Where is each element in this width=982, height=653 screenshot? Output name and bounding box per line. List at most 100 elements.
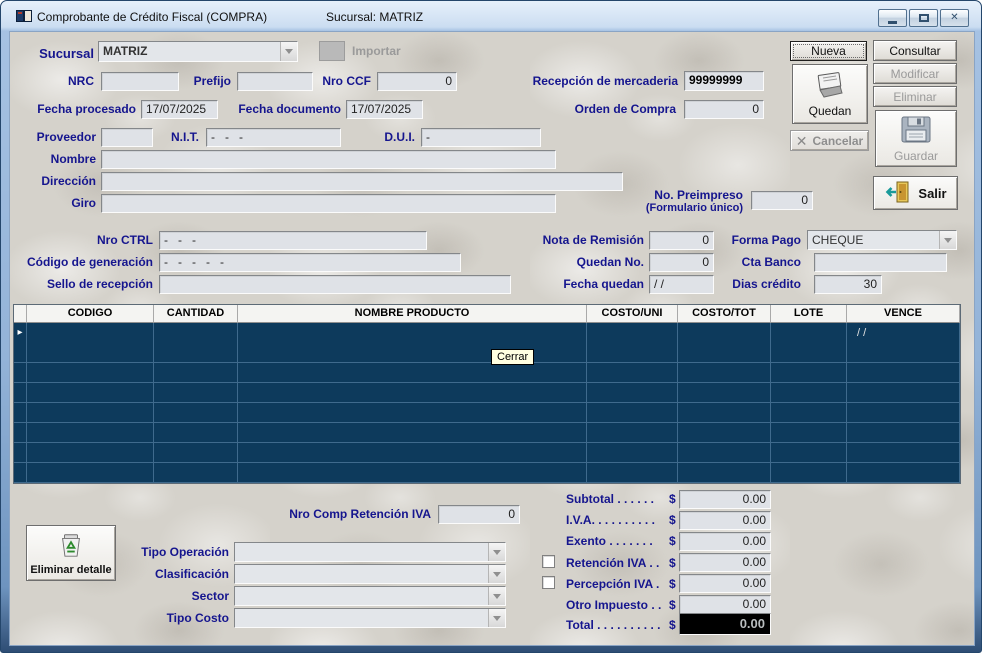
salir-button[interactable]: Salir [873,176,958,210]
title-bar[interactable]: Comprobante de Crédito Fiscal (COMPRA) S… [1,1,981,31]
dropdown-arrow-icon[interactable] [488,587,505,605]
sector-select[interactable] [234,586,506,606]
table-row[interactable]: ▸/ / [14,323,960,343]
row-selector-cell [14,443,27,463]
close-button[interactable]: ✕ [940,9,969,27]
dropdown-arrow-icon[interactable] [488,543,505,561]
tooltip-cerrar: Cerrar [491,349,534,365]
nota-remision-input[interactable]: 0 [649,231,714,250]
percepcion-iva-currency: $ [669,578,679,591]
table-row[interactable] [14,423,960,443]
dui-input[interactable]: - [421,128,541,147]
grid-col-lote: LOTE [771,305,847,323]
prefijo-input[interactable] [237,72,313,91]
dropdown-arrow-icon[interactable] [939,231,956,249]
quedan-icon [814,71,846,102]
otro-impuesto-currency: $ [669,599,679,612]
guardar-button[interactable]: Guardar [875,110,957,167]
tipo-costo-select[interactable] [234,608,506,628]
nueva-button[interactable]: Nueva [790,41,867,61]
giro-input[interactable] [101,194,556,213]
subtotal-value: 0.00 [679,490,771,509]
fecha-procesado-input[interactable]: 17/07/2025 [141,100,218,119]
percepcion-iva-checkbox[interactable] [542,576,555,589]
grid-cell [27,423,154,443]
row-selector-cell [14,423,27,443]
fecha-quedan-input[interactable]: / / [649,275,714,294]
exento-label: Exento . . . . . . . [566,535,666,548]
nro-ccf-label: Nro CCF [316,75,371,88]
grid-cell [587,403,678,423]
fecha-documento-input[interactable]: 17/07/2025 [346,100,423,119]
grid-cell [678,363,771,383]
orden-compra-input[interactable]: 0 [684,100,764,119]
quedan-no-input[interactable]: 0 [649,253,714,272]
dropdown-arrow-icon[interactable] [488,565,505,583]
grid-cell [587,443,678,463]
grid-cell [27,363,154,383]
grid-col-vence: VENCE [847,305,960,323]
recycle-bin-icon [57,531,85,562]
table-row[interactable] [14,403,960,423]
maximize-button[interactable] [909,9,938,27]
nit-input[interactable]: - - - [206,128,341,147]
sello-input[interactable] [159,275,511,294]
nro-comp-retencion-input[interactable]: 0 [438,505,520,524]
iva-value: 0.00 [679,511,771,530]
nro-ctrl-input[interactable]: - - - [159,231,427,250]
nrc-input[interactable] [101,72,179,91]
table-row[interactable] [14,383,960,403]
minimize-icon [888,21,897,24]
otro-impuesto-label: Otro Impuesto . . [566,599,666,612]
tipo-costo-label: Tipo Costo [129,612,229,625]
proveedor-input[interactable] [101,128,153,147]
grid-corner-cell [14,305,27,323]
minimize-button[interactable] [878,9,907,27]
dropdown-arrow-icon[interactable] [488,609,505,627]
table-row[interactable] [14,443,960,463]
tipo-operacion-select[interactable] [234,542,506,562]
salir-label: Salir [918,186,946,201]
row-selector-cell [14,363,27,383]
grid-cell [27,463,154,483]
modificar-button[interactable]: Modificar [873,63,957,84]
grid-cell [771,343,847,363]
table-row[interactable] [14,463,960,483]
retencion-iva-value: 0.00 [679,553,771,572]
recepcion-input[interactable]: 99999999 [684,71,764,91]
window-title: Comprobante de Crédito Fiscal (COMPRA) [37,10,267,24]
eliminar-detalle-label: Eliminar detalle [30,564,111,576]
nombre-input[interactable] [101,150,556,169]
grid-cell [847,463,960,483]
eliminar-button[interactable]: Eliminar [873,86,957,107]
quedan-button[interactable]: Quedan [792,64,868,124]
clasificacion-select[interactable] [234,564,506,584]
codigo-generacion-input[interactable]: - - - - - [159,253,461,272]
grid-col-codigo: CODIGO [27,305,154,323]
cta-banco-input[interactable] [814,253,947,272]
table-row[interactable] [14,363,960,383]
retencion-iva-checkbox[interactable] [542,555,555,568]
detail-grid[interactable]: CODIGO CANTIDAD NOMBRE PRODUCTO COSTO/UN… [13,304,961,484]
grid-col-cantidad: CANTIDAD [154,305,238,323]
importar-button[interactable]: Importar [319,40,429,62]
dias-credito-input[interactable]: 30 [814,275,882,294]
direccion-label: Dirección [29,175,96,188]
nro-ccf-input[interactable]: 0 [377,72,457,91]
table-row[interactable] [14,343,960,363]
sucursal-select[interactable]: MATRIZ [98,41,298,62]
dropdown-arrow-icon[interactable] [280,42,297,61]
forma-pago-select[interactable]: CHEQUE [807,230,957,250]
window-controls: ✕ [878,9,969,27]
guardar-label: Guardar [894,149,938,163]
cancelar-button[interactable]: ✕ Cancelar [790,130,869,151]
consultar-button[interactable]: Consultar [873,40,957,61]
direccion-input[interactable] [101,172,623,191]
sector-label: Sector [129,590,229,603]
cancelar-label: Cancelar [813,134,864,148]
grid-cell [771,403,847,423]
preimpreso-input[interactable]: 0 [751,191,813,210]
eliminar-detalle-button[interactable]: Eliminar detalle [26,525,116,581]
fecha-quedan-label: Fecha quedan [551,278,644,291]
row-selector-cell: ▸ [14,323,27,344]
